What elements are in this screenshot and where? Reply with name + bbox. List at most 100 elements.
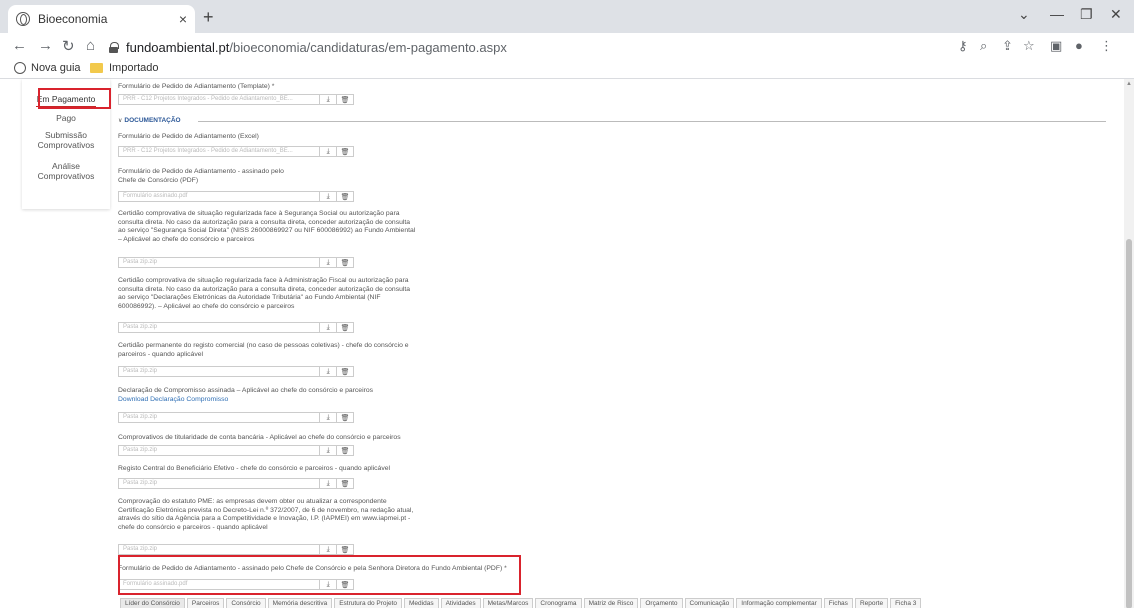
- download-icon[interactable]: ⤓: [319, 545, 336, 554]
- address-bar[interactable]: fundoambiental.pt/bioeconomia/candidatur…: [109, 35, 949, 59]
- tab-cronograma[interactable]: Cronograma: [535, 598, 582, 608]
- tab-ficha-3[interactable]: Ficha 3: [890, 598, 922, 608]
- file-input-pdf[interactable]: Formulário assinado.pdf ⤓ 🗑: [118, 191, 354, 202]
- menu-icon[interactable]: ⋮: [1100, 38, 1113, 54]
- bookmark-label: Importado: [109, 62, 159, 74]
- tab-orcamento[interactable]: Orçamento: [640, 598, 683, 608]
- tab-estrutura-projeto[interactable]: Estrutura do Projeto: [334, 598, 403, 608]
- scroll-thumb[interactable]: [1126, 239, 1132, 608]
- page-tabs: Líder do Consórcio Parceiros Consórcio M…: [120, 598, 923, 608]
- highlight-box: [38, 88, 111, 109]
- tab-informacao-complementar[interactable]: Informação complementar: [736, 598, 822, 608]
- field-label: Formulário de Pedido de Adiantamento (Ex…: [118, 133, 259, 140]
- minimize-icon[interactable]: —: [1050, 6, 1064, 22]
- trash-icon[interactable]: 🗑: [336, 147, 353, 156]
- bookmark-importado[interactable]: Importado: [90, 62, 159, 74]
- trash-icon[interactable]: 🗑: [336, 192, 353, 201]
- key-icon[interactable]: ⚷: [958, 38, 968, 54]
- tab-lider-consorcio[interactable]: Líder do Consórcio: [120, 598, 185, 608]
- file-input-excel[interactable]: PRR - C12 Projetos Integrados - Pedido d…: [118, 146, 354, 157]
- bookmark-nova-guia[interactable]: Nova guia: [14, 62, 81, 74]
- section-documentacao[interactable]: ∨ DOCUMENTAÇÃO: [118, 117, 1108, 127]
- maximize-icon[interactable]: ❐: [1080, 6, 1093, 23]
- reload-icon[interactable]: ↻: [62, 37, 75, 55]
- field-label: Certidão comprovativa de situação regula…: [118, 210, 416, 243]
- bookmark-label: Nova guia: [31, 62, 81, 74]
- tab-reporte[interactable]: Reporte: [854, 598, 889, 608]
- file-name: Pasta zip.zip: [123, 480, 158, 486]
- file-name: PRR - C12 Projetos Integrados - Pedido d…: [123, 148, 293, 154]
- download-icon[interactable]: ⤓: [319, 367, 336, 376]
- globe-icon: [14, 62, 26, 74]
- file-input-declaracao[interactable]: Pasta zip.zip ⤓ 🗑: [118, 412, 354, 423]
- file-input-pme[interactable]: Pasta zip.zip ⤓ 🗑: [118, 544, 354, 555]
- sidebar-item-pago[interactable]: Pago: [22, 113, 110, 123]
- url-path: /bioeconomia/candidaturas/em-pagamento.a…: [229, 39, 507, 55]
- highlight-box: [118, 555, 521, 595]
- tab-metas-marcos[interactable]: Metas/Marcos: [482, 598, 534, 608]
- download-icon[interactable]: ⤓: [319, 479, 336, 488]
- main-form: Formulário de Pedido de Adiantamento (Te…: [118, 79, 1108, 608]
- trash-icon[interactable]: 🗑: [336, 95, 353, 104]
- field-label: Formulário de Pedido de Adiantamento - a…: [118, 168, 284, 184]
- trash-icon[interactable]: 🗑: [336, 545, 353, 554]
- field-label: Registo Central do Beneficiário Efetivo …: [118, 465, 391, 472]
- close-window-icon[interactable]: ✕: [1110, 6, 1122, 23]
- trash-icon[interactable]: 🗑: [336, 479, 353, 488]
- browser-tab[interactable]: Bioeconomia ×: [8, 5, 195, 33]
- download-icon[interactable]: ⤓: [319, 323, 336, 332]
- chevron-down-icon: ∨: [118, 118, 123, 124]
- star-icon[interactable]: ☆: [1023, 38, 1035, 54]
- download-declaracao-link[interactable]: Download Declaração Compromisso: [118, 396, 228, 403]
- forward-icon[interactable]: →: [38, 37, 53, 54]
- download-icon[interactable]: ⤓: [319, 95, 336, 104]
- trash-icon[interactable]: 🗑: [336, 258, 353, 267]
- sidebar-item-submissao[interactable]: Submissão Comprovativos: [22, 130, 110, 150]
- file-input-seguranca-social[interactable]: Pasta zip.zip ⤓ 🗑: [118, 257, 354, 268]
- field-label: Comprovativos de titularidade de conta b…: [118, 434, 401, 441]
- file-name: Pasta zip.zip: [123, 414, 158, 420]
- tab-medidas[interactable]: Medidas: [404, 598, 439, 608]
- bookmarks-bar: Nova guia Importado: [0, 59, 1134, 79]
- share-icon[interactable]: ⇪: [1002, 38, 1013, 54]
- file-input-fiscal[interactable]: Pasta zip.zip ⤓ 🗑: [118, 322, 354, 333]
- tab-consorcio[interactable]: Consórcio: [226, 598, 266, 608]
- trash-icon[interactable]: 🗑: [336, 413, 353, 422]
- tab-close-button[interactable]: ×: [179, 11, 187, 27]
- trash-icon[interactable]: 🗑: [336, 446, 353, 455]
- trash-icon[interactable]: 🗑: [336, 323, 353, 332]
- file-input-registo-comercial[interactable]: Pasta zip.zip ⤓ 🗑: [118, 366, 354, 377]
- browser-toolbar: ← → ↻ ⌂ fundoambiental.pt/bioeconomia/ca…: [0, 33, 1134, 59]
- file-input-template[interactable]: PRR - C12 Projetos Integrados - Pedido d…: [118, 94, 354, 105]
- tab-matriz-risco[interactable]: Matriz de Risco: [583, 598, 639, 608]
- tab-memoria-descritiva[interactable]: Memória descritiva: [267, 598, 333, 608]
- field-label: Comprovação do estatuto PME: as empresas…: [118, 498, 414, 531]
- sidepanel-icon[interactable]: ▣: [1050, 38, 1062, 54]
- file-input-conta-bancaria[interactable]: Pasta zip.zip ⤓ 🗑: [118, 445, 354, 456]
- template-label: Formulário de Pedido de Adiantamento (Te…: [118, 83, 275, 90]
- download-icon[interactable]: ⤓: [319, 446, 336, 455]
- tab-comunicacao[interactable]: Comunicação: [684, 598, 735, 608]
- scroll-up-icon[interactable]: ▲: [1126, 81, 1132, 87]
- tab-atividades[interactable]: Atividades: [440, 598, 481, 608]
- tab-title: Bioeconomia: [38, 12, 108, 26]
- sidebar-item-analise[interactable]: Análise Comprovativos: [22, 161, 110, 181]
- home-icon[interactable]: ⌂: [86, 37, 95, 54]
- file-name: Pasta zip.zip: [123, 447, 158, 453]
- profile-icon[interactable]: ●: [1075, 38, 1083, 53]
- download-icon[interactable]: ⤓: [319, 192, 336, 201]
- tab-parceiros[interactable]: Parceiros: [186, 598, 225, 608]
- back-icon[interactable]: ←: [12, 37, 27, 54]
- file-name: PRR - C12 Projetos Integrados - Pedido d…: [123, 96, 293, 102]
- trash-icon[interactable]: 🗑: [336, 367, 353, 376]
- url-domain: fundoambiental.pt: [126, 39, 230, 55]
- download-icon[interactable]: ⤓: [319, 413, 336, 422]
- new-tab-button[interactable]: +: [203, 7, 214, 28]
- download-icon[interactable]: ⤓: [319, 147, 336, 156]
- tab-fichas[interactable]: Fichas: [823, 598, 853, 608]
- file-input-rcbe[interactable]: Pasta zip.zip ⤓ 🗑: [118, 478, 354, 489]
- download-icon[interactable]: ⤓: [319, 258, 336, 267]
- chevron-down-icon[interactable]: ⌄: [1018, 6, 1030, 23]
- scrollbar[interactable]: ▲: [1124, 79, 1134, 608]
- zoom-icon[interactable]: ⌕: [980, 38, 987, 54]
